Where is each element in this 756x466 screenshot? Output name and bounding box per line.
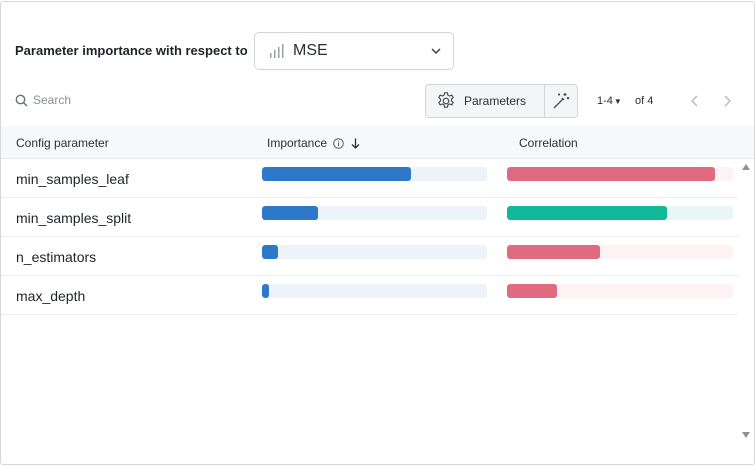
- importance-bar-track: [262, 206, 487, 220]
- parameters-button-group: Parameters: [425, 84, 578, 118]
- search-box: [15, 93, 183, 107]
- correlation-bar-track: [507, 284, 733, 298]
- correlation-bar: [507, 284, 557, 298]
- sort-descending-icon[interactable]: [351, 138, 360, 149]
- parameters-button[interactable]: Parameters: [426, 85, 545, 117]
- correlation-bar-track: [507, 167, 733, 181]
- magic-wand-icon: [553, 93, 570, 109]
- importance-bar: [262, 167, 411, 181]
- parameters-label: Parameters: [464, 94, 527, 108]
- metric-select[interactable]: MSE: [254, 32, 454, 70]
- column-header-correlation-label: Correlation: [519, 136, 578, 150]
- param-name: max_depth: [16, 288, 86, 304]
- metric-value: MSE: [293, 42, 328, 59]
- table-row: max_depth: [1, 276, 738, 315]
- table-row: min_samples_split: [1, 198, 738, 237]
- caret-down-icon: ▼: [613, 97, 622, 106]
- importance-bar-track: [262, 284, 487, 298]
- scroll-up-arrow-icon[interactable]: [742, 164, 750, 170]
- column-header-importance-label: Importance: [267, 136, 328, 150]
- importance-bar-track: [262, 167, 487, 181]
- importance-bar: [262, 245, 278, 259]
- pager-range-text: 1-4: [597, 95, 613, 107]
- search-input[interactable]: [33, 93, 183, 107]
- column-header-correlation[interactable]: Correlation: [519, 136, 578, 150]
- table-scrollbar[interactable]: [738, 159, 754, 442]
- column-header-param[interactable]: Config parameter: [16, 136, 109, 150]
- correlation-bar-track: [507, 245, 733, 259]
- table-body: min_samples_leaf min_samples_split n_est…: [1, 159, 738, 315]
- correlation-bar-track: [507, 206, 733, 220]
- table-header: Config parameter Importance Correlation: [1, 126, 754, 159]
- importance-bar-track: [262, 245, 487, 259]
- bar-chart-icon: [270, 44, 284, 58]
- auto-suggest-button[interactable]: [545, 85, 577, 117]
- table-row: n_estimators: [1, 237, 738, 276]
- correlation-bar: [507, 245, 600, 259]
- param-name: min_samples_split: [16, 210, 132, 226]
- info-icon[interactable]: [333, 137, 344, 149]
- column-header-importance[interactable]: Importance: [267, 136, 360, 150]
- param-name: n_estimators: [16, 249, 97, 265]
- scroll-down-arrow-icon[interactable]: [742, 432, 750, 438]
- page-size-select[interactable]: 1-4▼: [597, 95, 622, 107]
- chevron-right-icon[interactable]: [720, 93, 734, 109]
- pager-total: of 4: [635, 95, 654, 107]
- search-icon: [15, 94, 28, 107]
- importance-bar: [262, 284, 269, 298]
- chevron-left-icon[interactable]: [688, 93, 702, 109]
- column-header-param-label: Config parameter: [16, 136, 109, 150]
- param-name: min_samples_leaf: [16, 171, 129, 187]
- correlation-bar: [507, 167, 715, 181]
- importance-bar: [262, 206, 319, 220]
- table-row: min_samples_leaf: [1, 159, 738, 198]
- correlation-bar: [507, 206, 668, 220]
- chevron-down-icon: [431, 48, 441, 55]
- gear-icon: [438, 92, 454, 108]
- panel-title: Parameter importance with respect to: [15, 43, 248, 58]
